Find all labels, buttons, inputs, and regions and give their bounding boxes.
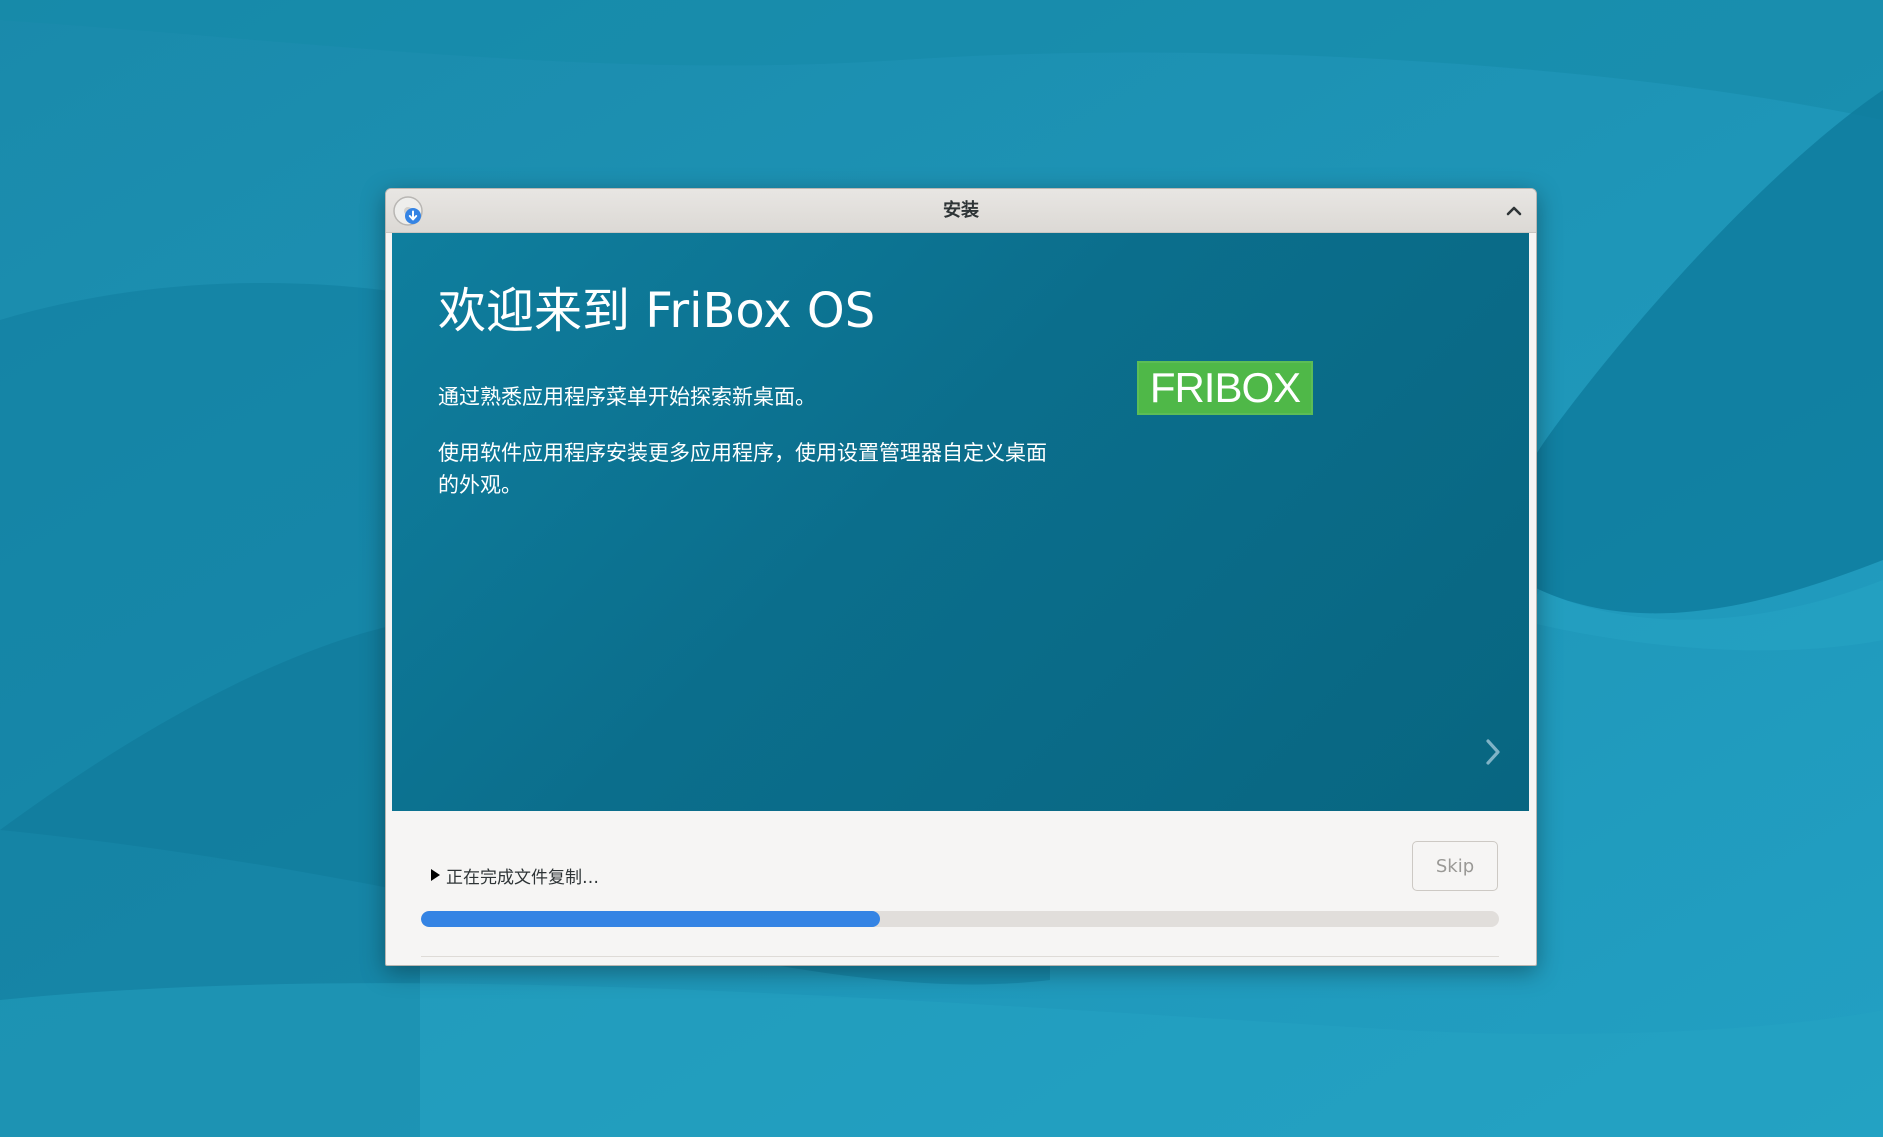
progress-fill xyxy=(421,911,881,927)
slide-paragraph-1: 通过熟悉应用程序菜单开始探索新桌面。 xyxy=(438,385,816,409)
slide-paragraph-2: 使用软件应用程序安装更多应用程序，使用设置管理器自定义桌面的外观。 xyxy=(438,441,1047,497)
desktop-background: 安装 欢迎来到 FriBox OS 通过熟悉应用程序菜单开始探索新桌面。 使用软… xyxy=(0,0,1883,1137)
progress-bar xyxy=(421,911,1499,927)
triangle-right-icon xyxy=(431,869,440,881)
installer-slideshow: 欢迎来到 FriBox OS 通过熟悉应用程序菜单开始探索新桌面。 使用软件应用… xyxy=(392,233,1529,811)
skip-button[interactable]: Skip xyxy=(1412,841,1498,891)
chevron-right-icon[interactable] xyxy=(1478,733,1508,771)
installer-window: 安装 欢迎来到 FriBox OS 通过熟悉应用程序菜单开始探索新桌面。 使用软… xyxy=(385,188,1537,966)
status-expander[interactable]: 正在完成文件复制… xyxy=(428,861,599,889)
window-titlebar[interactable]: 安装 xyxy=(386,189,1536,233)
status-text: 正在完成文件复制… xyxy=(446,867,599,888)
slide-title: 欢迎来到 FriBox OS xyxy=(438,283,876,339)
window-title: 安装 xyxy=(943,200,979,221)
divider xyxy=(421,956,1499,957)
chevron-up-icon[interactable] xyxy=(1502,199,1526,223)
fribox-logo: FRIBOX xyxy=(1137,361,1313,415)
